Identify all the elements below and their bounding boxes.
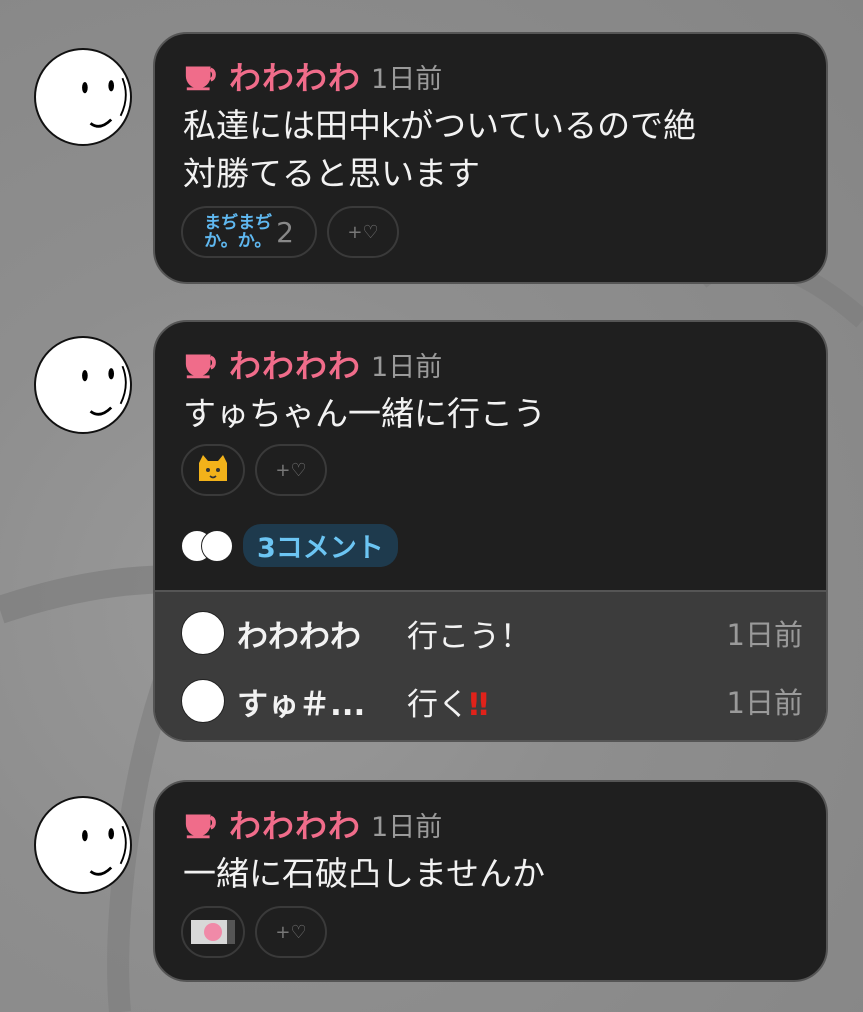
- post-text: 一緒に石破凸しませんか: [183, 854, 546, 893]
- comment-row[interactable]: すゅ＃... 行く‼ 1日前: [181, 676, 803, 726]
- add-reaction-button[interactable]: +♡: [255, 444, 327, 496]
- post-text: 私達には田中kがついているので絶 対勝てると思います: [183, 106, 697, 193]
- post-bubble[interactable]: わわわわ 1日前 一緒に石破凸しませんか +♡: [153, 780, 828, 982]
- timestamp: 1日前: [371, 351, 443, 383]
- pink-character-image-icon: [191, 920, 235, 944]
- comment-username[interactable]: わわわわ: [237, 611, 407, 656]
- post-bubble[interactable]: わわわわ 1日前 私達には田中kがついているので絶 対勝てると思います まぢまぢ…: [153, 32, 828, 284]
- coffee-cup-icon: [185, 814, 216, 839]
- reaction-label: まぢまぢ か。か。: [204, 213, 273, 251]
- coffee-cup-icon: [185, 66, 216, 91]
- add-reaction-button[interactable]: +♡: [255, 906, 327, 958]
- user-avatar[interactable]: [34, 336, 132, 434]
- comment-count-badge[interactable]: 3コメント: [243, 524, 398, 567]
- comment-text: 行こう！: [407, 618, 531, 655]
- comment-text: 行く‼: [407, 686, 489, 723]
- comment-username[interactable]: すゅ＃...: [237, 679, 407, 724]
- timestamp: 1日前: [371, 63, 443, 95]
- comment-time: 1日前: [726, 686, 803, 720]
- comment-avatar[interactable]: [181, 679, 225, 723]
- comments-summary[interactable]: 3コメント: [181, 524, 398, 567]
- double-exclamation-icon: ‼: [469, 686, 489, 723]
- comment-row[interactable]: わわわわ 行こう！ 1日前: [181, 608, 803, 658]
- comment-avatar[interactable]: [181, 611, 225, 655]
- user-avatar[interactable]: [34, 48, 132, 146]
- username[interactable]: わわわわ: [229, 53, 361, 99]
- reaction-button[interactable]: [181, 444, 245, 496]
- user-avatar[interactable]: [34, 796, 132, 894]
- coffee-cup-icon: [185, 354, 216, 379]
- comment-time: 1日前: [726, 618, 803, 652]
- cat-emoji-icon: [199, 455, 227, 481]
- reaction-button[interactable]: [181, 906, 245, 958]
- post-text: すゅちゃん一緒に行こう: [183, 394, 546, 433]
- comment-panel: わわわわ 行こう！ 1日前 すゅ＃... 行く‼ 1日前: [155, 590, 826, 740]
- timestamp: 1日前: [371, 811, 443, 843]
- post-bubble[interactable]: わわわわ 1日前 すゅちゃん一緒に行こう +♡ 3コメント わわわわ 行こう！ …: [153, 320, 828, 742]
- username[interactable]: わわわわ: [229, 341, 361, 387]
- reaction-count: 2: [276, 215, 294, 249]
- reaction-button[interactable]: まぢまぢ か。か。 2: [181, 206, 317, 258]
- username[interactable]: わわわわ: [229, 801, 361, 847]
- add-reaction-button[interactable]: +♡: [327, 206, 399, 258]
- commenter-avatar: [201, 529, 233, 562]
